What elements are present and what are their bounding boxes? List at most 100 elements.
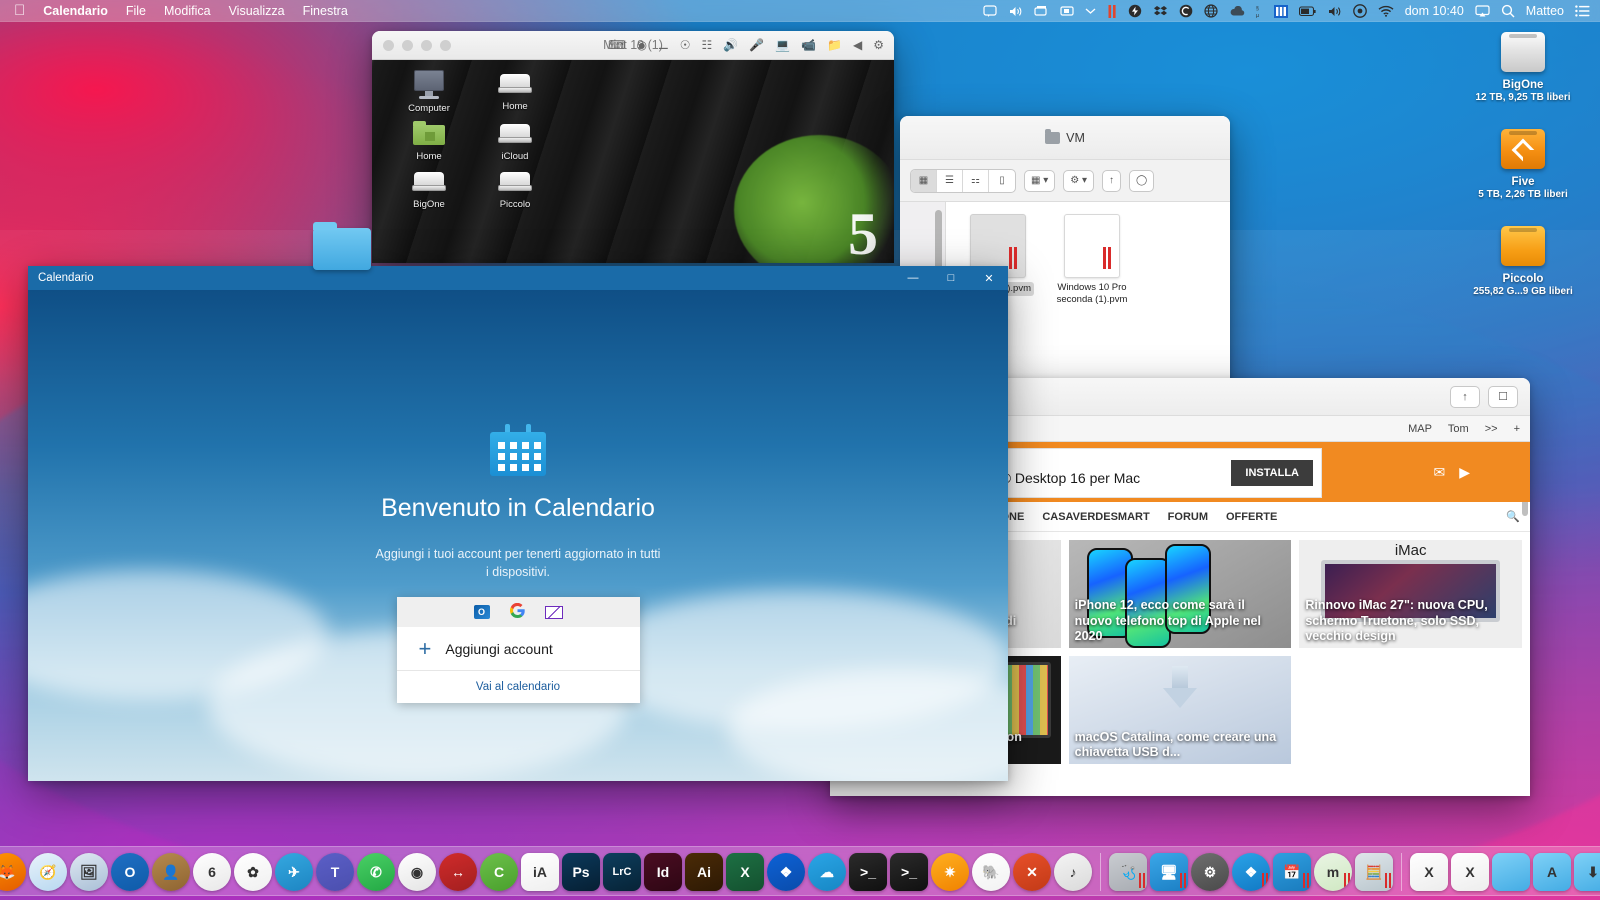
- mint-icon-home-folder[interactable]: Home: [386, 120, 472, 162]
- blue-folder-icon[interactable]: [313, 222, 371, 270]
- dock-item-calendar[interactable]: 6: [193, 853, 231, 891]
- search-icon[interactable]: 🔍: [1506, 510, 1520, 523]
- dock-item-folder-applications[interactable]: A: [1533, 853, 1571, 891]
- news-card-title[interactable]: Rinnovo iMac 27": nuova CPU, schermo Tru…: [1305, 598, 1516, 644]
- share-button[interactable]: ↑: [1102, 169, 1122, 192]
- battery-icon[interactable]: [1298, 3, 1316, 19]
- minimize-button[interactable]: [402, 39, 413, 51]
- calendar-window[interactable]: Calendario — □ ✕ Benvenuto in Calendario: [28, 266, 1008, 781]
- dock-item-firefox[interactable]: 🦊: [0, 853, 26, 891]
- zoom-button[interactable]: [421, 39, 432, 51]
- dock-item-evernote[interactable]: 🐘: [972, 853, 1010, 891]
- menu-item-view[interactable]: Visualizza: [229, 4, 285, 18]
- close-button[interactable]: [383, 39, 394, 51]
- dock-item-teamviewer[interactable]: ↔: [439, 853, 477, 891]
- extra-button[interactable]: [440, 39, 451, 51]
- mint-icon-piccolo[interactable]: Piccolo: [472, 168, 558, 210]
- camera-icon[interactable]: 📹: [801, 38, 816, 52]
- news-card-title[interactable]: iPhone 12, ecco come sarà il nuovo telef…: [1075, 598, 1286, 644]
- shared-folder-icon[interactable]: 📁: [827, 38, 842, 52]
- volume-icon[interactable]: [1008, 3, 1023, 19]
- chevron-down-icon[interactable]: [1085, 3, 1096, 19]
- dock-item-illustrator[interactable]: Ai: [685, 853, 723, 891]
- outlook-icon[interactable]: O: [473, 605, 490, 620]
- dock-item-folder-generic[interactable]: [1492, 853, 1530, 891]
- dock-item-windows-calendar-vm[interactable]: 📅: [1273, 853, 1311, 891]
- dock-item-excel-doc-1[interactable]: X: [1410, 853, 1448, 891]
- dock-item-ia-writer[interactable]: iA: [521, 853, 559, 891]
- menu-item-file[interactable]: File: [126, 4, 146, 18]
- nav-item-offerte[interactable]: OFFERTE: [1226, 511, 1277, 523]
- dock-item-onedrive[interactable]: ☁: [808, 853, 846, 891]
- dock-item-whatsapp[interactable]: ✆: [357, 853, 395, 891]
- pause-icon[interactable]: [1107, 3, 1117, 19]
- search-icon[interactable]: [1501, 3, 1515, 19]
- youtube-icon[interactable]: ▶: [1459, 464, 1470, 481]
- mint-icon-home-drive[interactable]: Home: [472, 70, 558, 114]
- news-card-title[interactable]: macOS Catalina, come creare una chiavett…: [1075, 730, 1286, 761]
- nav-item-casaverdesmart[interactable]: CASAVERDESMART: [1042, 511, 1149, 523]
- ad-install-button[interactable]: INSTALLA: [1231, 460, 1313, 486]
- mint-icon-icloud[interactable]: iCloud: [472, 120, 558, 162]
- dock-item-lightroom-classic[interactable]: LrC: [603, 853, 641, 891]
- menu-item-window[interactable]: Finestra: [303, 4, 348, 18]
- menu-bar-clock[interactable]: dom 10:40: [1405, 4, 1464, 18]
- finder-titlebar[interactable]: VM: [900, 116, 1230, 160]
- news-card[interactable]: iMac Rinnovo iMac 27": nuova CPU, scherm…: [1299, 540, 1522, 648]
- dock-item-excel[interactable]: X: [726, 853, 764, 891]
- desktop-icon-piccolo[interactable]: Piccolo 255,82 G...9 GB liberi: [1468, 222, 1578, 297]
- mint-icon-computer[interactable]: Computer: [386, 70, 472, 114]
- dock-item-photos[interactable]: ✿: [234, 853, 272, 891]
- keyboard-icon[interactable]: ⌨: [608, 38, 625, 52]
- dock-item-microsoft-remote-desktop[interactable]: ✕: [1013, 853, 1051, 891]
- microphone-icon[interactable]: 🎤: [749, 38, 764, 52]
- calendar-titlebar[interactable]: Calendario — □ ✕: [28, 266, 1008, 290]
- display-icon[interactable]: [1060, 3, 1074, 19]
- view-mode-segmented-control[interactable]: ▦ ☰ ⚏ ▯: [910, 168, 1016, 193]
- dock-item-terminal-2[interactable]: >_: [890, 853, 928, 891]
- gallery-view-button[interactable]: ▯: [989, 170, 1015, 192]
- maximize-button[interactable]: □: [932, 266, 970, 290]
- new-tab-button[interactable]: +: [1514, 423, 1520, 435]
- dock-item-evernote-green[interactable]: C: [480, 853, 518, 891]
- bookmark-map[interactable]: MAP: [1408, 423, 1432, 435]
- dock-item-indesign[interactable]: Id: [644, 853, 682, 891]
- onedrive-icon[interactable]: [1229, 3, 1245, 19]
- dock-item-parallels-desktop[interactable]: ⚙: [1191, 853, 1229, 891]
- more-bookmarks-button[interactable]: >>: [1485, 423, 1498, 435]
- dock-item-parallels-vm-win[interactable]: 🖥: [1150, 853, 1188, 891]
- back-icon[interactable]: ◀: [853, 38, 862, 52]
- dock-item-telegram[interactable]: ✈: [275, 853, 313, 891]
- menu-bar-username[interactable]: Matteo: [1526, 4, 1564, 18]
- share-button[interactable]: ↑: [1450, 385, 1480, 408]
- dock-item-excel-doc-2[interactable]: X: [1451, 853, 1489, 891]
- nav-item-forum[interactable]: FORUM: [1168, 511, 1208, 523]
- laptop-icon[interactable]: 💻: [775, 38, 790, 52]
- volume-icon[interactable]: 🔊: [723, 38, 738, 52]
- creative-cloud-icon[interactable]: [1179, 3, 1193, 19]
- desktop-icon-five[interactable]: Five 5 TB, 2,26 TB liberi: [1468, 125, 1578, 200]
- disk-icon[interactable]: ☉: [680, 38, 691, 52]
- icon-view-button[interactable]: ▦: [911, 169, 937, 192]
- dnd-icon[interactable]: [1352, 3, 1367, 19]
- tag-button[interactable]: ◯: [1129, 169, 1155, 192]
- dock-item-parallels-toolbox[interactable]: 🩺: [1109, 853, 1147, 891]
- go-to-calendar-link[interactable]: Vai al calendario: [397, 671, 640, 703]
- dock-item-safari[interactable]: 🧭: [29, 853, 67, 891]
- dock-item-windows-vm[interactable]: ❖: [1232, 853, 1270, 891]
- dock-item-mint-vm[interactable]: m: [1314, 853, 1352, 891]
- bookmark-tom[interactable]: Tom: [1448, 423, 1469, 435]
- minimize-button[interactable]: —: [894, 266, 932, 290]
- mint-icon-bigone[interactable]: BigOne: [386, 168, 472, 210]
- equalizer-icon[interactable]: [1273, 3, 1288, 19]
- dock-item-cleanmymac[interactable]: ✷: [931, 853, 969, 891]
- vm-window-titlebar[interactable]: Mint 19 (1) ⌨ ◉ ⚊ ☉ ☷ 🔊 🎤 💻 📹 📁 ◀ ⚙: [372, 31, 894, 60]
- dock-item-contacts[interactable]: 👤: [152, 853, 190, 891]
- news-card[interactable]: macOS Catalina, come creare una chiavett…: [1068, 656, 1292, 764]
- dropbox-icon[interactable]: [1153, 3, 1168, 19]
- parallels-vm-window[interactable]: Mint 19 (1) ⌨ ◉ ⚊ ☉ ☷ 🔊 🎤 💻 📹 📁 ◀ ⚙ 5 Co…: [372, 31, 894, 263]
- dock-item-windows-calculator[interactable]: 🧮: [1355, 853, 1393, 891]
- desktop-icon-bigone[interactable]: BigOne 12 TB, 9,25 TB liberi: [1468, 28, 1578, 103]
- apple-logo-icon[interactable]: : [14, 3, 25, 18]
- twitter-icon[interactable]: ✉: [1433, 464, 1445, 481]
